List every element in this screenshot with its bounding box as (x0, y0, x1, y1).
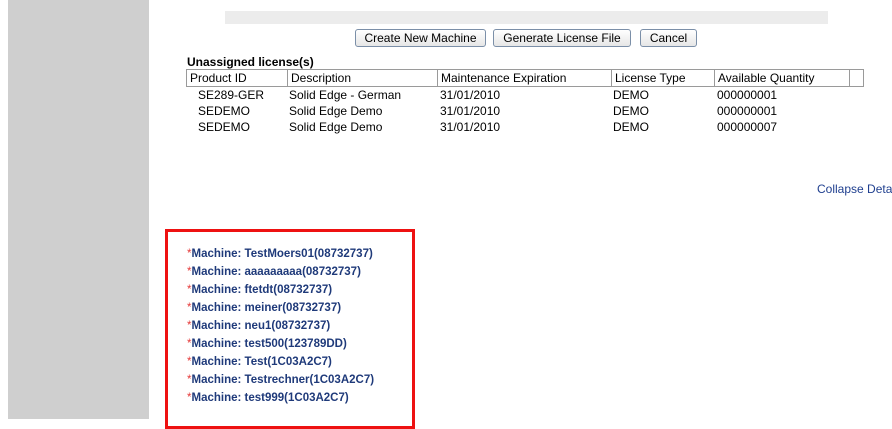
cell-maintenance-expiration: 31/01/2010 (440, 120, 501, 134)
table-row: SE289-GER Solid Edge - German 31/01/2010… (186, 87, 864, 103)
machine-label: Machine: TestMoers01(08732737) (191, 248, 373, 260)
cell-available-quantity: 000000001 (717, 88, 778, 102)
cell-maintenance-expiration: 31/01/2010 (440, 88, 501, 102)
machine-item[interactable]: *Machine: Test(1C03A2C7) (187, 353, 374, 371)
machine-label: Machine: test500(123789DD) (191, 338, 347, 350)
machine-item[interactable]: *Machine: test999(1C03A2C7) (187, 389, 374, 407)
cell-available-quantity: 000000007 (717, 120, 778, 134)
table-row: SEDEMO Solid Edge Demo 31/01/2010 DEMO 0… (186, 103, 864, 119)
column-header-available-quantity[interactable]: Available Quantity (715, 70, 850, 86)
cancel-button[interactable]: Cancel (640, 29, 697, 47)
top-bar (225, 11, 828, 24)
column-header-maintenance-expiration[interactable]: Maintenance Expiration (438, 70, 612, 86)
cell-maintenance-expiration: 31/01/2010 (440, 104, 501, 118)
column-header-license-type[interactable]: License Type (612, 70, 715, 86)
create-new-machine-button[interactable]: Create New Machine (355, 29, 486, 47)
machine-label: Machine: meiner(08732737) (191, 302, 342, 314)
machine-item[interactable]: *Machine: TestMoers01(08732737) (187, 245, 374, 263)
table-row: SEDEMO Solid Edge Demo 31/01/2010 DEMO 0… (186, 119, 864, 135)
cell-product-id: SE289-GER (198, 88, 265, 102)
cell-product-id: SEDEMO (198, 120, 251, 134)
cell-license-type: DEMO (613, 88, 649, 102)
machine-item[interactable]: *Machine: aaaaaaaaa(08732737) (187, 263, 374, 281)
generate-license-file-button[interactable]: Generate License File (493, 29, 631, 47)
column-header-product-id[interactable]: Product ID (187, 70, 288, 86)
cell-license-type: DEMO (613, 120, 649, 134)
machine-item[interactable]: *Machine: neu1(08732737) (187, 317, 374, 335)
column-header-extra (850, 70, 863, 86)
column-header-description[interactable]: Description (288, 70, 438, 86)
cell-license-type: DEMO (613, 104, 649, 118)
machine-item[interactable]: *Machine: ftetdt(08732737) (187, 281, 374, 299)
machine-label: Machine: ftetdt(08732737) (191, 284, 333, 296)
left-sidebar-panel (8, 0, 149, 419)
machine-item[interactable]: *Machine: test500(123789DD) (187, 335, 374, 353)
machine-label: Machine: neu1(08732737) (191, 320, 331, 332)
table-header: Product ID Description Maintenance Expir… (186, 69, 864, 87)
machine-item[interactable]: *Machine: Testrechner(1C03A2C7) (187, 371, 374, 389)
machine-label: Machine: test999(1C03A2C7) (191, 392, 349, 404)
cell-description: Solid Edge Demo (289, 120, 383, 134)
machine-label: Machine: Testrechner(1C03A2C7) (191, 374, 375, 386)
cell-description: Solid Edge Demo (289, 104, 383, 118)
cell-product-id: SEDEMO (198, 104, 251, 118)
collapse-details-link[interactable]: Collapse Deta (817, 182, 892, 196)
machine-label: Machine: aaaaaaaaa(08732737) (191, 266, 361, 278)
unassigned-licenses-title: Unassigned license(s) (187, 55, 314, 69)
unassigned-licenses-table: Product ID Description Maintenance Expir… (186, 69, 864, 135)
machine-item[interactable]: *Machine: meiner(08732737) (187, 299, 374, 317)
machine-list: *Machine: TestMoers01(08732737) *Machine… (187, 245, 374, 407)
cell-description: Solid Edge - German (289, 88, 402, 102)
machine-label: Machine: Test(1C03A2C7) (191, 356, 332, 368)
cell-available-quantity: 000000001 (717, 104, 778, 118)
